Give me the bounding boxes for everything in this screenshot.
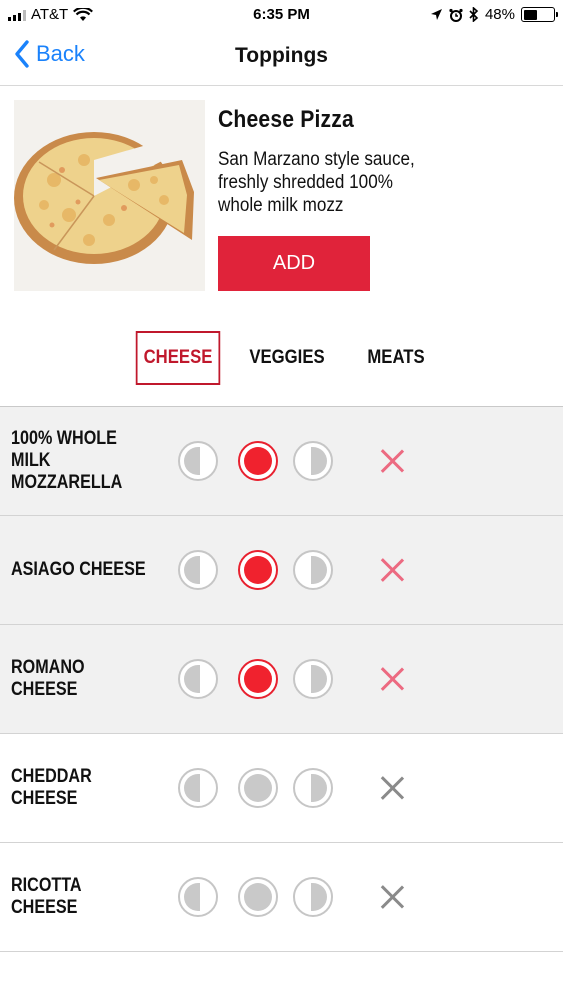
whole-pizza-icon [244, 556, 272, 584]
whole-pizza-icon [244, 883, 272, 911]
whole-coverage-button[interactable] [238, 659, 278, 699]
right-half-coverage-button[interactable] [293, 877, 333, 917]
left-half-coverage-button[interactable] [178, 441, 218, 481]
whole-coverage-button[interactable] [238, 768, 278, 808]
left-half-icon [184, 883, 200, 911]
pizza-image [14, 100, 205, 291]
topping-name: RICOTTA CHEESE [11, 875, 81, 918]
status-right: 48% [430, 6, 558, 23]
left-half-coverage-button[interactable] [178, 768, 218, 808]
remove-icon[interactable] [375, 553, 409, 587]
left-half-icon [184, 556, 200, 584]
topping-row: CHEDDAR CHEESE [0, 734, 563, 843]
topping-row: ROMANO CHEESE [0, 625, 563, 734]
right-half-icon [311, 774, 327, 802]
add-button[interactable]: ADD [218, 236, 370, 291]
topping-list: 100% WHOLE MILK MOZZARELLA ASIAGO CHEESE… [0, 406, 563, 1000]
location-icon [430, 9, 442, 20]
whole-pizza-icon [244, 774, 272, 802]
category-tabs: CHEESE VEGGIES MEATS [0, 331, 563, 385]
topping-row: ASIAGO CHEESE [0, 516, 563, 625]
topping-row: RICOTTA CHEESE [0, 843, 563, 952]
battery-percent: 48% [484, 6, 515, 23]
navigation-bar: Back Toppings [0, 30, 563, 86]
whole-coverage-button[interactable] [238, 550, 278, 590]
left-half-coverage-button[interactable] [178, 659, 218, 699]
tab-veggies[interactable]: VEGGIES [246, 331, 329, 385]
remove-icon[interactable] [375, 771, 409, 805]
battery-icon [521, 7, 558, 22]
topping-name: CHEDDAR CHEESE [11, 766, 92, 809]
bluetooth-icon [469, 7, 479, 22]
left-half-icon [184, 665, 200, 693]
tab-meats[interactable]: MEATS [356, 331, 437, 385]
topping-row-partial [0, 952, 563, 1000]
whole-pizza-icon [244, 665, 272, 693]
whole-coverage-button[interactable] [238, 441, 278, 481]
left-half-coverage-button[interactable] [178, 877, 218, 917]
remove-icon[interactable] [375, 880, 409, 914]
product-description: San Marzano style sauce, freshly shredde… [218, 149, 415, 216]
right-half-coverage-button[interactable] [293, 441, 333, 481]
topping-name: ASIAGO CHEESE [11, 559, 146, 580]
right-half-icon [311, 447, 327, 475]
right-half-icon [311, 665, 327, 693]
remove-icon[interactable] [375, 662, 409, 696]
topping-name: 100% WHOLE MILK MOZZARELLA [11, 428, 123, 493]
tab-cheese[interactable]: CHEESE [135, 331, 221, 385]
topping-row: 100% WHOLE MILK MOZZARELLA [0, 407, 563, 516]
left-half-coverage-button[interactable] [178, 550, 218, 590]
right-half-coverage-button[interactable] [293, 550, 333, 590]
whole-coverage-button[interactable] [238, 877, 278, 917]
right-half-icon [311, 883, 327, 911]
right-half-coverage-button[interactable] [293, 659, 333, 699]
product-name: Cheese Pizza [218, 106, 354, 133]
right-half-coverage-button[interactable] [293, 768, 333, 808]
whole-pizza-icon [244, 447, 272, 475]
product-card: Cheese Pizza San Marzano style sauce, fr… [14, 100, 554, 295]
battery-fill [523, 9, 538, 20]
topping-name: ROMANO CHEESE [11, 657, 85, 700]
alarm-icon [449, 8, 463, 22]
remove-icon[interactable] [375, 444, 409, 478]
left-half-icon [184, 447, 200, 475]
status-bar: AT&T 6:35 PM 48% [0, 0, 563, 30]
page-title: Toppings [235, 44, 328, 67]
right-half-icon [311, 556, 327, 584]
left-half-icon [184, 774, 200, 802]
